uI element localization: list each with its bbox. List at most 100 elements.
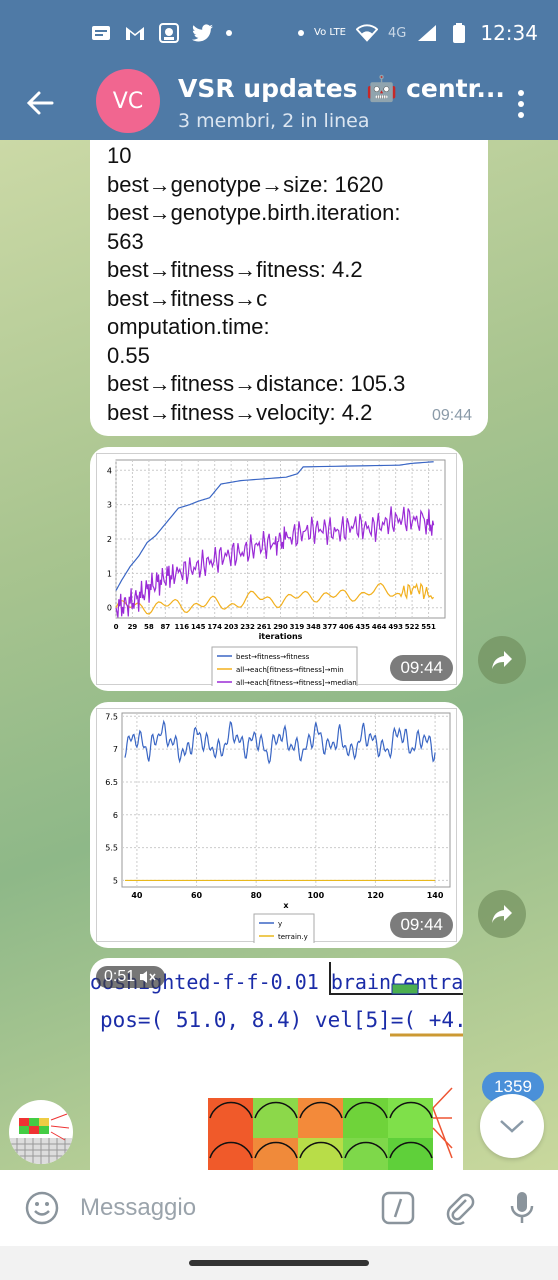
chevron-down-icon [500,1120,524,1133]
x-tick-label: 40 [131,891,143,900]
message-line: 563 [107,228,144,254]
legend-entry: y [278,920,282,928]
x-tick-label: 203 [224,623,239,631]
share-button[interactable] [478,890,526,938]
y-tick-label: 6 [113,811,118,820]
forward-icon [492,651,512,669]
microphone-icon [510,1192,534,1223]
y-tick-label: 2 [107,535,112,544]
position-chart: 5 5.5 6 6.5 7 7.5 40 60 80 100 120 140 x y terrain.y [105,712,451,947]
x-tick-label: 435 [355,623,370,631]
fitness-chart: 0 1 2 3 4 0 29 58 87 116 145 174 203 232 261 290 319 348 3… [107,459,446,693]
voice-message-button[interactable] [502,1188,542,1228]
chat-info[interactable]: VSR updates 🤖 centr... 3 membri, 2 in li… [178,74,505,132]
scroll-down-button[interactable] [480,1094,544,1158]
y-tick-label: 0 [107,604,112,613]
text-message[interactable]: 10 best→genotype→size: 1620 best→genotyp… [90,140,488,436]
x-tick-label: 100 [307,891,324,900]
x-tick-label: 406 [339,623,354,631]
more-options-button[interactable] [506,84,536,124]
x-tick-label: 87 [160,623,170,631]
x-tick-label: 60 [191,891,203,900]
app-icon [158,23,180,43]
message-input-bar: Messaggio [0,1170,558,1246]
system-icons: Vo LTE 4G 12:34 [298,21,538,45]
y-tick-label: 5.5 [105,844,118,853]
message-line: best→fitness→fitness: 4.2 [107,257,363,282]
video-duration: 0:51 [96,966,166,988]
back-button[interactable] [0,66,80,140]
x-tick-label: 232 [240,623,255,631]
x-tick-label: 80 [251,891,263,900]
arrow-left-icon [26,91,54,115]
chat-area[interactable]: 10 best→genotype→size: 1620 best→genotyp… [0,140,558,1170]
volte-icon: Vo LTE [314,27,346,38]
x-tick-label: 120 [367,891,384,900]
legend-entry: terrain.y [278,933,308,941]
message-time: 09:44 [390,655,453,681]
message-time: 09:44 [431,406,472,424]
x-tick-label: 0 [114,623,119,631]
y-tick-label: 7 [113,745,118,754]
battery-icon [448,23,470,43]
legend: best→fitness→fitness all→each[fitness→fit… [211,646,358,693]
group-avatar[interactable]: VC [96,69,160,133]
x-tick-label: 140 [427,891,444,900]
legend-entry: all→each[fitness→fitness]→median [236,679,357,686]
signal-icon [416,23,438,43]
sender-avatar-image [9,1113,73,1164]
bot-commands-button[interactable] [378,1188,418,1228]
message-time: 09:44 [390,912,453,938]
message-line: 10 [107,143,132,168]
x-tick-label: 290 [273,623,288,631]
emoji-button[interactable] [22,1188,62,1228]
video-frame [208,962,463,1170]
y-tick-label: 6.5 [105,778,118,787]
y-tick-label: 3 [107,501,112,510]
paperclip-icon [446,1193,475,1225]
x-tick-label: 348 [306,623,321,631]
sender-avatar[interactable] [9,1100,73,1164]
message-input[interactable]: Messaggio [80,1194,356,1222]
x-tick-label: 319 [290,623,305,631]
chat-title: VSR updates 🤖 centr... [178,74,505,103]
message-line: best→fitness→velocity: 4.2 [107,399,373,425]
video-duration-label: 0:51 [104,968,136,985]
y-tick-label: 5 [113,876,118,885]
forward-icon [492,905,512,923]
message-line: best→genotype→size: 1620 [107,171,384,197]
message-icon [90,23,112,43]
chart-image-message[interactable]: 0 1 2 3 4 0 29 58 87 116 145 174 203 232 261 290 319 348 3… [90,447,463,693]
y-tick-label: 7.5 [105,712,118,721]
share-button[interactable] [478,636,526,684]
status-bar: Vo LTE 4G 12:34 [0,0,558,66]
chat-subtitle: 3 membri, 2 in linea [178,110,370,132]
chart-image-message[interactable]: 5 5.5 6 6.5 7 7.5 40 60 80 100 120 140 x y terrain.y 0… [90,702,463,948]
message-line: 0.55 [107,342,150,368]
x-tick-label: 116 [174,623,189,631]
message-line: omputation.time: [107,314,270,339]
twitter-icon [192,23,214,43]
x-tick-label: 261 [257,623,272,631]
wifi-icon [356,23,378,43]
gmail-icon [124,23,146,43]
video-message[interactable]: ooshighted-f-f-0.01 brainCentra pos=( 51… [90,958,463,1170]
chat-header: VC VSR updates 🤖 centr... 3 membri, 2 in… [0,66,558,140]
x-tick-label: 464 [372,623,387,631]
slash-command-icon [381,1191,415,1225]
legend-entry: best→fitness→fitness [236,653,310,661]
x-axis-label: x [283,901,289,910]
x-tick-label: 551 [421,623,436,631]
x-tick-label: 145 [191,623,206,631]
indicator-dot [298,30,305,36]
attach-button[interactable] [440,1188,480,1228]
clock: 12:34 [480,21,538,45]
x-tick-label: 174 [207,623,222,631]
more-notifications-dot [226,30,232,36]
home-gesture-pill[interactable] [189,1260,369,1266]
legend: y terrain.y [253,913,315,947]
network-type-label: 4G [388,25,407,41]
x-tick-label: 58 [144,623,154,631]
message-text: 10 best→genotype→size: 1620 best→genotyp… [107,142,470,427]
x-tick-label: 493 [388,623,403,631]
